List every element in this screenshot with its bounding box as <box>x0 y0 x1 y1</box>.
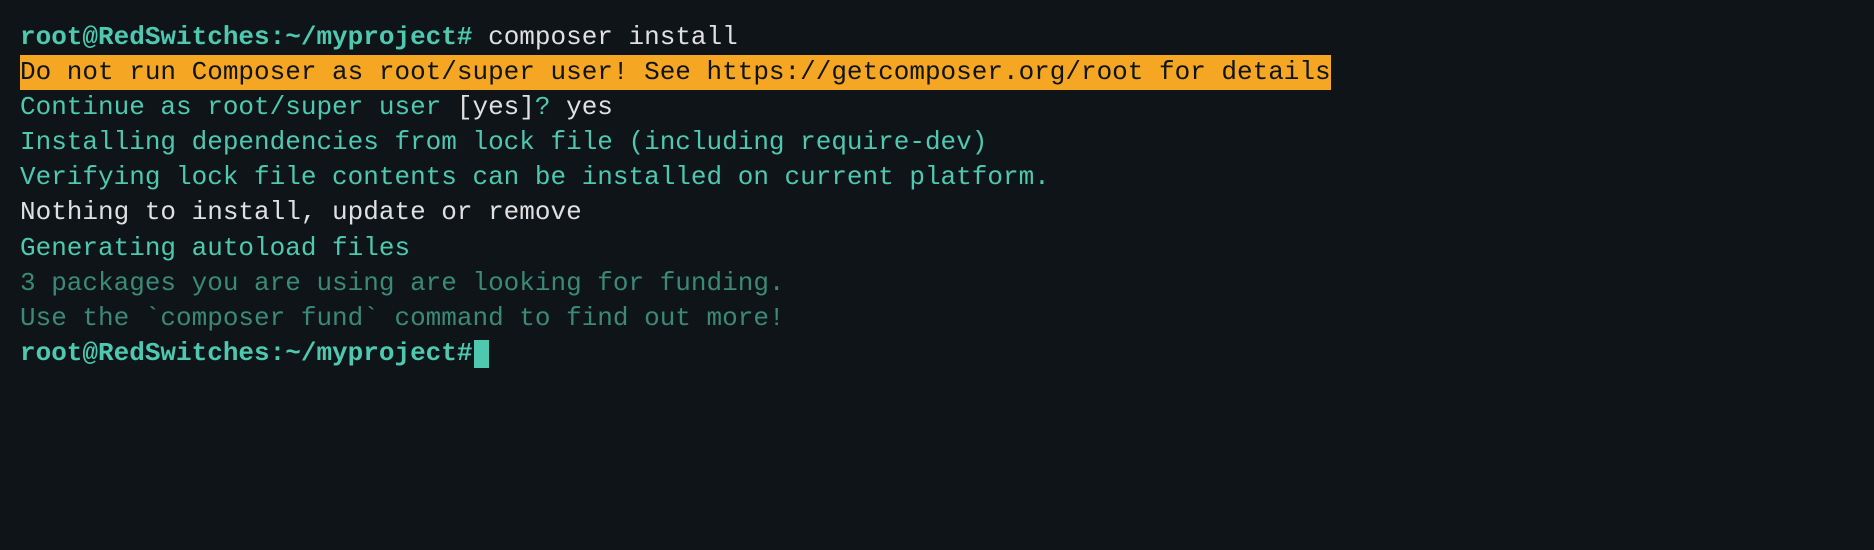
warning-message: Do not run Composer as root/super user! … <box>20 55 1331 90</box>
prompt-path: :~/myproject# <box>270 338 473 368</box>
command-text: composer install <box>472 22 737 52</box>
terminal-line-3: Continue as root/super user [yes]? yes <box>20 90 1854 125</box>
bracket-default: [yes] <box>457 92 535 122</box>
terminal-line-6: Nothing to install, update or remove <box>20 195 1854 230</box>
question-mark: ? <box>535 92 551 122</box>
prompt-user: root@RedSwitches <box>20 22 270 52</box>
terminal-line-9: Use the `composer fund` command to find … <box>20 301 1854 336</box>
prompt-path: :~/myproject# <box>270 22 473 52</box>
terminal-line-1: root@RedSwitches:~/myproject# composer i… <box>20 20 1854 55</box>
question-text: Continue as root/super user <box>20 92 457 122</box>
terminal-line-10[interactable]: root@RedSwitches:~/myproject# <box>20 336 1854 371</box>
answer-text: yes <box>551 92 613 122</box>
terminal-line-8: 3 packages you are using are looking for… <box>20 266 1854 301</box>
terminal-line-2: Do not run Composer as root/super user! … <box>20 55 1854 90</box>
terminal-cursor <box>474 340 489 368</box>
terminal-line-5: Verifying lock file contents can be inst… <box>20 160 1854 195</box>
prompt-user: root@RedSwitches <box>20 338 270 368</box>
terminal-line-7: Generating autoload files <box>20 231 1854 266</box>
terminal-line-4: Installing dependencies from lock file (… <box>20 125 1854 160</box>
terminal-window[interactable]: root@RedSwitches:~/myproject# composer i… <box>20 20 1854 371</box>
result-text: Nothing to install, update or remove <box>20 197 582 227</box>
